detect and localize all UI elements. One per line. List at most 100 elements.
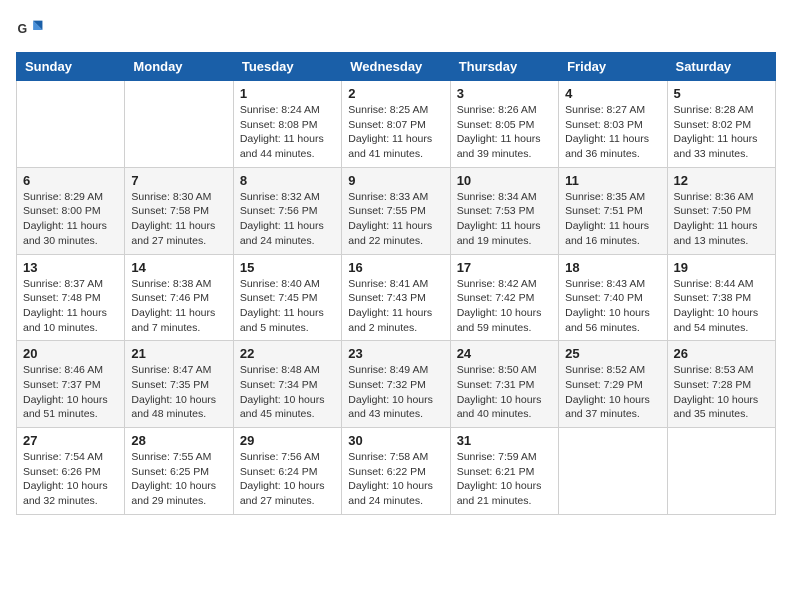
cell-content: Sunrise: 7:59 AM Sunset: 6:21 PM Dayligh… <box>457 450 552 509</box>
calendar-week-row: 27 Sunrise: 7:54 AM Sunset: 6:26 PM Dayli… <box>17 428 776 515</box>
day-number: 8 <box>240 173 335 188</box>
col-header-tuesday: Tuesday <box>233 53 341 81</box>
day-number: 7 <box>131 173 226 188</box>
calendar-cell: 31 Sunrise: 7:59 AM Sunset: 6:21 PM Dayli… <box>450 428 558 515</box>
cell-content: Sunrise: 8:43 AM Sunset: 7:40 PM Dayligh… <box>565 277 660 336</box>
cell-content: Sunrise: 8:50 AM Sunset: 7:31 PM Dayligh… <box>457 363 552 422</box>
cell-content: Sunrise: 8:53 AM Sunset: 7:28 PM Dayligh… <box>674 363 769 422</box>
calendar-cell: 27 Sunrise: 7:54 AM Sunset: 6:26 PM Dayli… <box>17 428 125 515</box>
calendar-week-row: 13 Sunrise: 8:37 AM Sunset: 7:48 PM Dayli… <box>17 254 776 341</box>
day-number: 3 <box>457 86 552 101</box>
cell-content: Sunrise: 8:26 AM Sunset: 8:05 PM Dayligh… <box>457 103 552 162</box>
day-number: 19 <box>674 260 769 275</box>
cell-content: Sunrise: 8:35 AM Sunset: 7:51 PM Dayligh… <box>565 190 660 249</box>
calendar-cell: 13 Sunrise: 8:37 AM Sunset: 7:48 PM Dayli… <box>17 254 125 341</box>
calendar-cell <box>667 428 775 515</box>
cell-content: Sunrise: 8:49 AM Sunset: 7:32 PM Dayligh… <box>348 363 443 422</box>
col-header-wednesday: Wednesday <box>342 53 450 81</box>
calendar-cell: 20 Sunrise: 8:46 AM Sunset: 7:37 PM Dayli… <box>17 341 125 428</box>
calendar-cell: 23 Sunrise: 8:49 AM Sunset: 7:32 PM Dayli… <box>342 341 450 428</box>
cell-content: Sunrise: 8:44 AM Sunset: 7:38 PM Dayligh… <box>674 277 769 336</box>
cell-content: Sunrise: 8:28 AM Sunset: 8:02 PM Dayligh… <box>674 103 769 162</box>
cell-content: Sunrise: 8:33 AM Sunset: 7:55 PM Dayligh… <box>348 190 443 249</box>
calendar-week-row: 1 Sunrise: 8:24 AM Sunset: 8:08 PM Daylig… <box>17 81 776 168</box>
cell-content: Sunrise: 8:34 AM Sunset: 7:53 PM Dayligh… <box>457 190 552 249</box>
col-header-monday: Monday <box>125 53 233 81</box>
cell-content: Sunrise: 7:58 AM Sunset: 6:22 PM Dayligh… <box>348 450 443 509</box>
calendar-cell <box>559 428 667 515</box>
calendar-cell: 19 Sunrise: 8:44 AM Sunset: 7:38 PM Dayli… <box>667 254 775 341</box>
cell-content: Sunrise: 7:56 AM Sunset: 6:24 PM Dayligh… <box>240 450 335 509</box>
day-number: 4 <box>565 86 660 101</box>
cell-content: Sunrise: 8:24 AM Sunset: 8:08 PM Dayligh… <box>240 103 335 162</box>
calendar-cell: 26Sunrise: 8:53 AM Sunset: 7:28 PM Dayli… <box>667 341 775 428</box>
logo-icon: G <box>16 16 44 44</box>
day-number: 18 <box>565 260 660 275</box>
calendar-cell: 29Sunrise: 7:56 AM Sunset: 6:24 PM Dayli… <box>233 428 341 515</box>
day-number: 23 <box>348 346 443 361</box>
cell-content: Sunrise: 8:42 AM Sunset: 7:42 PM Dayligh… <box>457 277 552 336</box>
calendar-header-row: SundayMondayTuesdayWednesdayThursdayFrid… <box>17 53 776 81</box>
cell-content: Sunrise: 8:29 AM Sunset: 8:00 PM Dayligh… <box>23 190 118 249</box>
calendar-cell: 12Sunrise: 8:36 AM Sunset: 7:50 PM Dayli… <box>667 167 775 254</box>
day-number: 17 <box>457 260 552 275</box>
calendar-cell: 9 Sunrise: 8:33 AM Sunset: 7:55 PM Daylig… <box>342 167 450 254</box>
day-number: 27 <box>23 433 118 448</box>
cell-content: Sunrise: 8:40 AM Sunset: 7:45 PM Dayligh… <box>240 277 335 336</box>
calendar-cell: 4 Sunrise: 8:27 AM Sunset: 8:03 PM Daylig… <box>559 81 667 168</box>
day-number: 2 <box>348 86 443 101</box>
cell-content: Sunrise: 8:25 AM Sunset: 8:07 PM Dayligh… <box>348 103 443 162</box>
cell-content: Sunrise: 8:37 AM Sunset: 7:48 PM Dayligh… <box>23 277 118 336</box>
day-number: 20 <box>23 346 118 361</box>
calendar-cell: 7 Sunrise: 8:30 AM Sunset: 7:58 PM Daylig… <box>125 167 233 254</box>
calendar-cell: 16 Sunrise: 8:41 AM Sunset: 7:43 PM Dayli… <box>342 254 450 341</box>
day-number: 30 <box>348 433 443 448</box>
calendar-cell: 28 Sunrise: 7:55 AM Sunset: 6:25 PM Dayli… <box>125 428 233 515</box>
calendar-cell: 15 Sunrise: 8:40 AM Sunset: 7:45 PM Dayli… <box>233 254 341 341</box>
cell-content: Sunrise: 8:48 AM Sunset: 7:34 PM Dayligh… <box>240 363 335 422</box>
cell-content: Sunrise: 8:36 AM Sunset: 7:50 PM Dayligh… <box>674 190 769 249</box>
cell-content: Sunrise: 8:32 AM Sunset: 7:56 PM Dayligh… <box>240 190 335 249</box>
calendar-table: SundayMondayTuesdayWednesdayThursdayFrid… <box>16 52 776 515</box>
day-number: 5 <box>674 86 769 101</box>
calendar-week-row: 6Sunrise: 8:29 AM Sunset: 8:00 PM Daylig… <box>17 167 776 254</box>
cell-content: Sunrise: 8:41 AM Sunset: 7:43 PM Dayligh… <box>348 277 443 336</box>
svg-text:G: G <box>18 22 28 36</box>
day-number: 1 <box>240 86 335 101</box>
calendar-cell <box>125 81 233 168</box>
cell-content: Sunrise: 8:38 AM Sunset: 7:46 PM Dayligh… <box>131 277 226 336</box>
calendar-cell: 10 Sunrise: 8:34 AM Sunset: 7:53 PM Dayli… <box>450 167 558 254</box>
cell-content: Sunrise: 8:52 AM Sunset: 7:29 PM Dayligh… <box>565 363 660 422</box>
calendar-cell <box>17 81 125 168</box>
cell-content: Sunrise: 8:30 AM Sunset: 7:58 PM Dayligh… <box>131 190 226 249</box>
calendar-week-row: 20 Sunrise: 8:46 AM Sunset: 7:37 PM Dayli… <box>17 341 776 428</box>
calendar-cell: 30 Sunrise: 7:58 AM Sunset: 6:22 PM Dayli… <box>342 428 450 515</box>
calendar-cell: 24 Sunrise: 8:50 AM Sunset: 7:31 PM Dayli… <box>450 341 558 428</box>
calendar-cell: 6Sunrise: 8:29 AM Sunset: 8:00 PM Daylig… <box>17 167 125 254</box>
calendar-cell: 11Sunrise: 8:35 AM Sunset: 7:51 PM Dayli… <box>559 167 667 254</box>
cell-content: Sunrise: 8:46 AM Sunset: 7:37 PM Dayligh… <box>23 363 118 422</box>
day-number: 24 <box>457 346 552 361</box>
day-number: 13 <box>23 260 118 275</box>
col-header-sunday: Sunday <box>17 53 125 81</box>
day-number: 25 <box>565 346 660 361</box>
day-number: 31 <box>457 433 552 448</box>
calendar-cell: 21Sunrise: 8:47 AM Sunset: 7:35 PM Dayli… <box>125 341 233 428</box>
col-header-saturday: Saturday <box>667 53 775 81</box>
cell-content: Sunrise: 7:55 AM Sunset: 6:25 PM Dayligh… <box>131 450 226 509</box>
day-number: 9 <box>348 173 443 188</box>
calendar-cell: 8 Sunrise: 8:32 AM Sunset: 7:56 PM Daylig… <box>233 167 341 254</box>
day-number: 16 <box>348 260 443 275</box>
cell-content: Sunrise: 8:27 AM Sunset: 8:03 PM Dayligh… <box>565 103 660 162</box>
col-header-friday: Friday <box>559 53 667 81</box>
calendar-cell: 5 Sunrise: 8:28 AM Sunset: 8:02 PM Daylig… <box>667 81 775 168</box>
day-number: 22 <box>240 346 335 361</box>
day-number: 15 <box>240 260 335 275</box>
day-number: 21 <box>131 346 226 361</box>
day-number: 28 <box>131 433 226 448</box>
calendar-cell: 1 Sunrise: 8:24 AM Sunset: 8:08 PM Daylig… <box>233 81 341 168</box>
calendar-cell: 17 Sunrise: 8:42 AM Sunset: 7:42 PM Dayli… <box>450 254 558 341</box>
cell-content: Sunrise: 7:54 AM Sunset: 6:26 PM Dayligh… <box>23 450 118 509</box>
calendar-cell: 22 Sunrise: 8:48 AM Sunset: 7:34 PM Dayli… <box>233 341 341 428</box>
day-number: 10 <box>457 173 552 188</box>
